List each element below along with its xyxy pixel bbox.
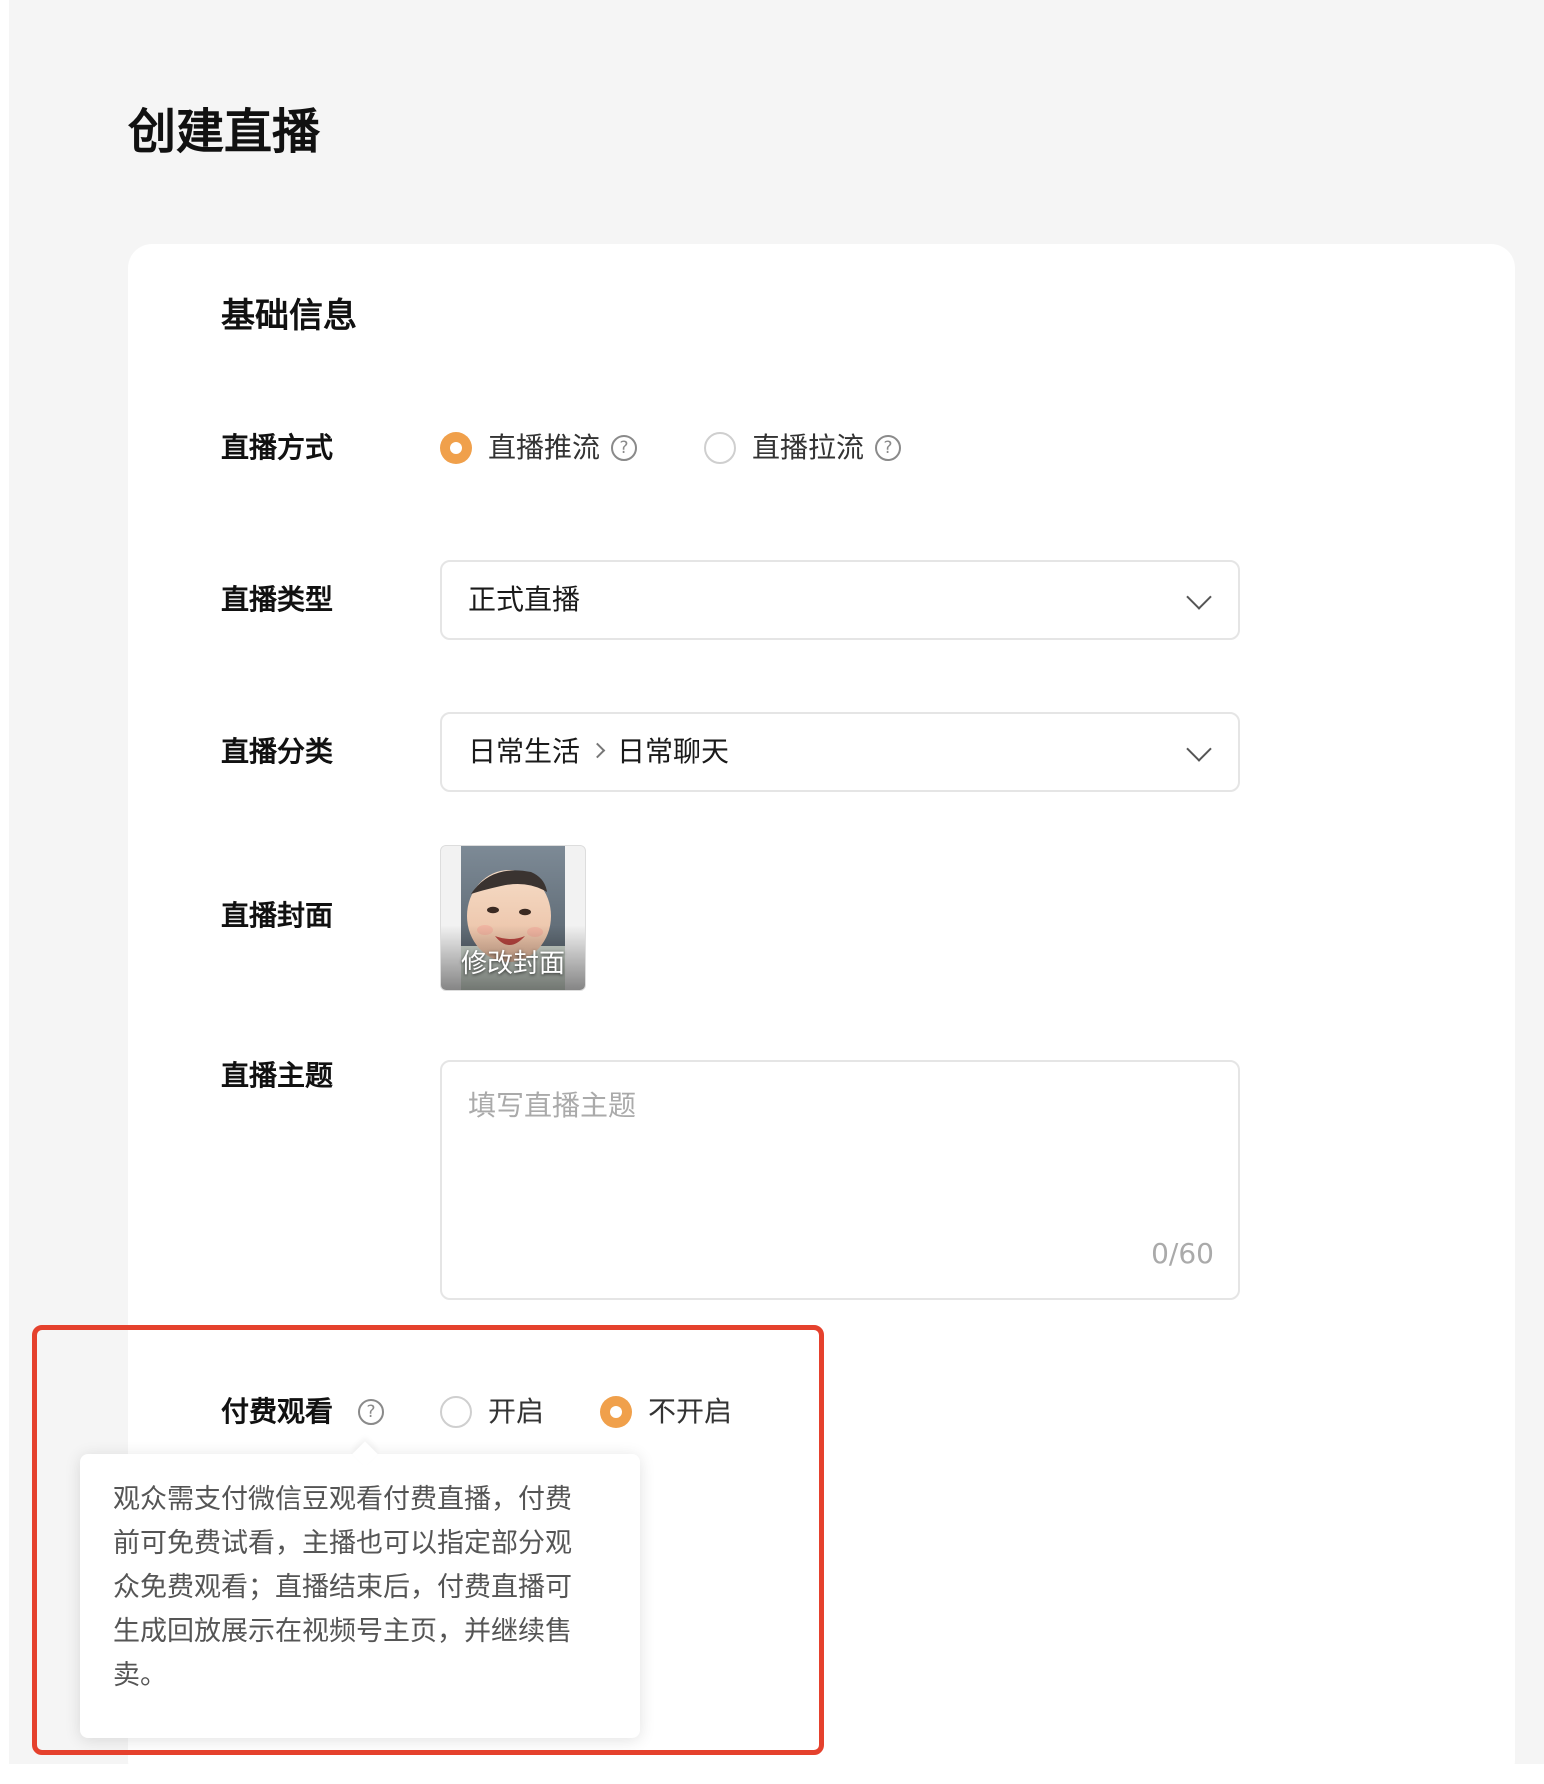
chevron-down-icon <box>1186 584 1212 610</box>
page-title: 创建直播 <box>128 104 321 160</box>
live-mode-label: 直播方式 <box>221 431 334 464</box>
live-topic-textarea[interactable]: 填写直播主题 0/60 <box>440 1060 1240 1300</box>
live-category-select[interactable]: 日常生活 日常聊天 <box>440 712 1240 792</box>
live-type-label: 直播类型 <box>221 583 334 616</box>
live-category-label: 直播分类 <box>221 735 334 768</box>
question-circle-icon[interactable]: ? <box>611 435 637 461</box>
edit-cover-label[interactable]: 修改封面 <box>441 946 585 982</box>
annotation-highlight-box <box>32 1325 824 1755</box>
live-category-value: 日常生活 日常聊天 <box>468 732 729 772</box>
live-cover-thumbnail[interactable]: 修改封面 <box>440 845 586 991</box>
radio-pull-stream-label[interactable]: 直播拉流 <box>752 428 864 468</box>
character-counter: 0/60 <box>1151 1237 1214 1270</box>
live-type-select[interactable]: 正式直播 <box>440 560 1240 640</box>
chevron-right-icon <box>589 742 606 759</box>
live-topic-label: 直播主题 <box>221 1059 334 1092</box>
radio-pull-stream[interactable] <box>704 432 736 464</box>
live-cover-label: 直播封面 <box>221 899 334 932</box>
category-parent: 日常生活 <box>468 735 581 768</box>
section-title: 基础信息 <box>221 296 357 336</box>
radio-push-stream-label[interactable]: 直播推流 <box>488 428 600 468</box>
live-type-value: 正式直播 <box>468 583 581 616</box>
category-child: 日常聊天 <box>617 735 730 768</box>
chevron-down-icon <box>1186 736 1212 762</box>
live-topic-placeholder: 填写直播主题 <box>468 1089 637 1122</box>
radio-push-stream[interactable] <box>440 432 472 464</box>
question-circle-icon[interactable]: ? <box>875 435 901 461</box>
